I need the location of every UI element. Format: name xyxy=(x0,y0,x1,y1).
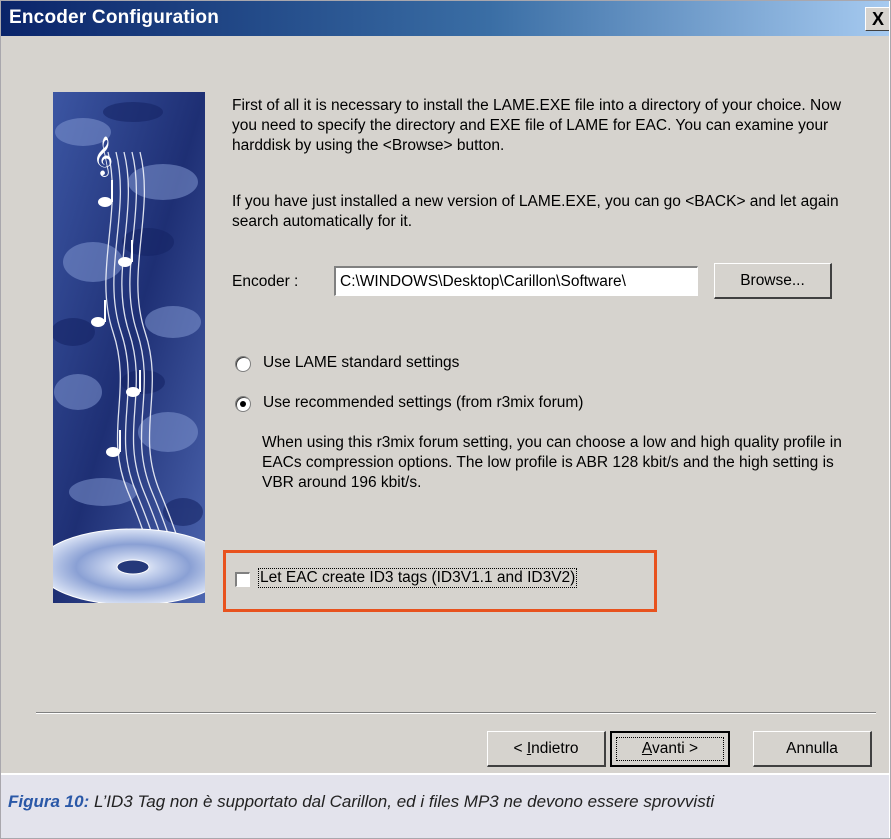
id3-tags-checkbox[interactable] xyxy=(235,572,250,587)
button-separator xyxy=(36,712,876,714)
r3mix-description: When using this r3mix forum setting, you… xyxy=(262,434,842,491)
radio-dot-icon xyxy=(240,401,246,407)
encoder-label: Encoder : xyxy=(232,273,299,290)
encoder-path-input[interactable]: C:\WINDOWS\Desktop\Carillon\Software\ xyxy=(334,266,698,296)
back-prefix: < xyxy=(513,740,527,757)
cancel-button[interactable]: Annulla xyxy=(753,731,872,767)
figure-caption: Figura 10: L’ID3 Tag non è supportato da… xyxy=(8,792,714,812)
focus-rectangle xyxy=(616,737,724,761)
radio-label: Use LAME standard settings xyxy=(263,354,460,371)
caption-lead: Figura 10: xyxy=(8,792,90,811)
back-button[interactable]: < Indietro xyxy=(487,731,606,767)
id3-tags-label[interactable]: Let EAC create ID3 tags (ID3V1.1 and ID3… xyxy=(257,568,578,588)
title-bar[interactable]: Encoder Configuration X xyxy=(1,1,889,36)
svg-text:𝄞: 𝄞 xyxy=(93,136,113,177)
next-button[interactable]: Avanti > xyxy=(610,731,730,767)
encoder-configuration-dialog: Encoder Configuration X 𝄞 First of all i… xyxy=(1,1,889,773)
close-icon: X xyxy=(871,9,884,29)
new-version-hint: If you have just installed a new version… xyxy=(232,193,839,230)
figure-caption-bar: Figura 10: L’ID3 Tag non è supportato da… xyxy=(1,775,889,838)
back-rest: ndietro xyxy=(531,740,579,757)
radio-button-unselected[interactable] xyxy=(235,356,251,372)
radio-button-selected[interactable] xyxy=(235,396,251,412)
music-cd-artwork: 𝄞 xyxy=(53,92,205,603)
lame-install-instructions: First of all it is necessary to install … xyxy=(232,97,842,154)
radio-label: Use recommended settings (from r3mix for… xyxy=(263,394,584,411)
close-button[interactable]: X xyxy=(865,7,889,31)
browse-button[interactable]: Browse... xyxy=(714,263,832,299)
window-title: Encoder Configuration xyxy=(9,7,220,28)
caption-text: L’ID3 Tag non è supportato dal Carillon,… xyxy=(89,792,715,811)
